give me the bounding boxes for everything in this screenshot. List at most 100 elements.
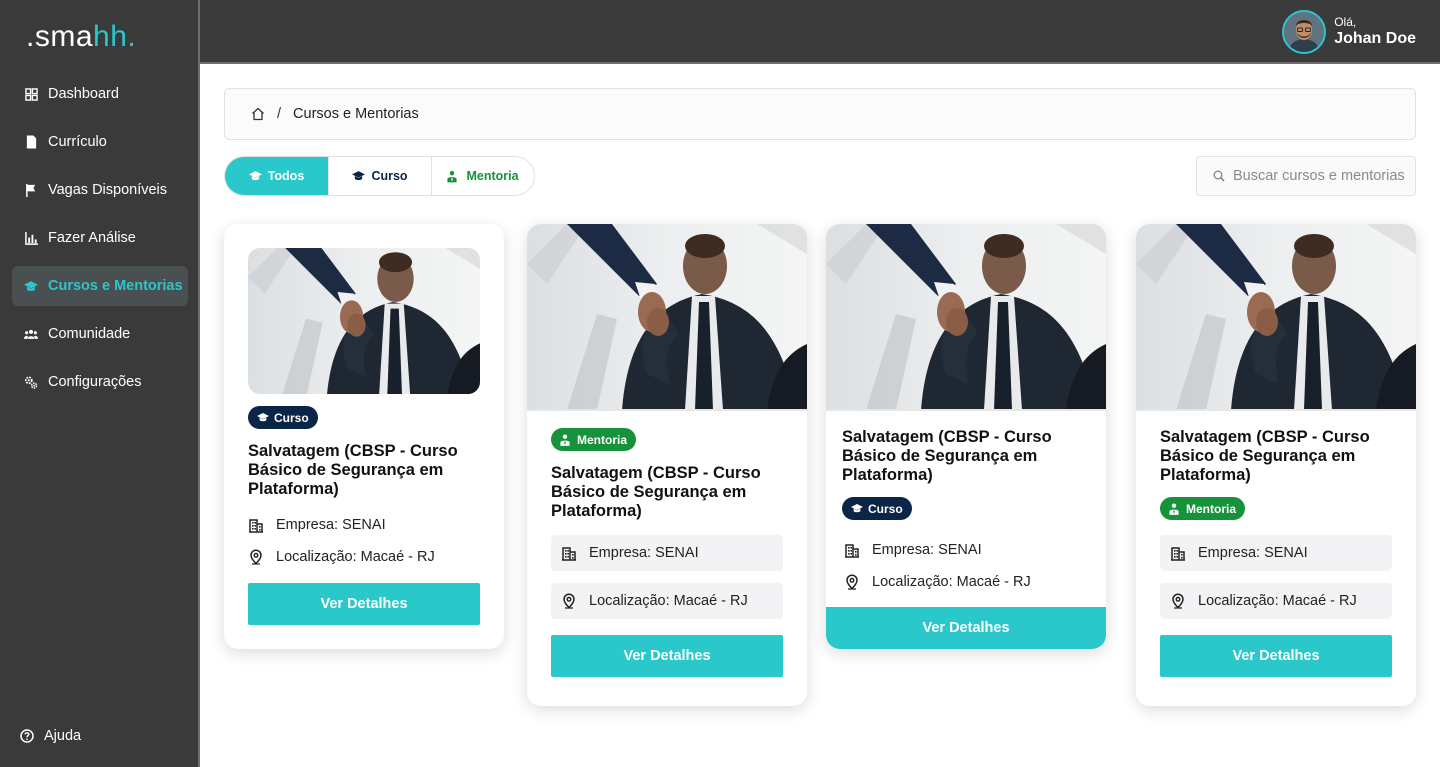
location-info: Localização: Macaé - RJ (1160, 583, 1392, 619)
sidebar-item-comunidade[interactable]: Comunidade (12, 314, 188, 354)
location-info: Localização: Macaé - RJ (248, 546, 435, 568)
sidebar: .smahh. Dashboard Currículo Vagas Dispon… (0, 0, 198, 767)
type-badge: Curso (248, 406, 318, 429)
image-divider (1136, 409, 1416, 411)
card-image (248, 248, 480, 394)
card-image (1136, 224, 1416, 410)
sidebar-item-label: Vagas Disponíveis (48, 182, 168, 198)
details-button[interactable]: Ver Detalhes (551, 635, 783, 677)
type-badge: Mentoria (1160, 497, 1246, 520)
location-pin-icon (561, 593, 577, 609)
sidebar-item-label: Configurações (48, 374, 142, 390)
sidebar-item-cursos[interactable]: Cursos e Mentorias (12, 266, 188, 306)
course-card: Curso Salvatagem (CBSP - Curso Básico de… (224, 224, 504, 649)
type-badge: Curso (842, 497, 912, 520)
filter-mentoria[interactable]: Mentoria (432, 157, 534, 195)
sidebar-item-label: Dashboard (48, 86, 119, 102)
mentor-icon (1169, 503, 1181, 515)
filter-label: Curso (371, 169, 408, 183)
search-icon (1213, 170, 1225, 182)
breadcrumb: / Cursos e Mentorias (224, 88, 1416, 140)
building-icon (1170, 545, 1186, 561)
graduation-cap-icon (851, 503, 863, 515)
graduation-cap-icon (257, 412, 269, 424)
card-title: Salvatagem (CBSP - Curso Básico de Segur… (248, 442, 458, 498)
building-icon (844, 542, 860, 558)
search-input[interactable] (1233, 168, 1411, 184)
company-text: Empresa: SENAI (872, 542, 982, 558)
avatar (1282, 10, 1327, 54)
graduation-cap-icon (248, 170, 262, 183)
location-info: Localização: Macaé - RJ (844, 571, 1031, 593)
sidebar-divider (198, 0, 200, 767)
sidebar-item-label: Currículo (48, 134, 107, 150)
sidebar-item-label: Fazer Análise (48, 230, 136, 246)
badge-label: Mentoria (1186, 501, 1237, 516)
location-text: Localização: Macaé - RJ (1198, 593, 1357, 609)
graduation-cap-icon (352, 170, 366, 183)
location-text: Localização: Macaé - RJ (276, 549, 435, 565)
details-button[interactable]: Ver Detalhes (1160, 635, 1392, 677)
sidebar-item-dashboard[interactable]: Dashboard (12, 74, 188, 114)
location-pin-icon (844, 574, 860, 590)
graduation-cap-icon (24, 279, 38, 293)
user-name: Johan Doe (1334, 30, 1416, 47)
filter-curso[interactable]: Curso (329, 157, 432, 195)
top-bar: Olá, Johan Doe (200, 0, 1440, 62)
building-icon (561, 545, 577, 561)
building-icon (248, 517, 264, 533)
sidebar-item-configuracoes[interactable]: Configurações (12, 362, 188, 402)
badge-label: Mentoria (577, 432, 628, 447)
badge-label: Curso (868, 501, 903, 516)
details-button[interactable]: Ver Detalhes (826, 607, 1106, 649)
app-logo[interactable]: .smahh. (26, 20, 136, 54)
image-divider (826, 409, 1106, 411)
sidebar-item-label: Cursos e Mentorias (48, 278, 183, 294)
breadcrumb-separator: / (277, 106, 282, 122)
people-icon (24, 327, 38, 341)
home-icon[interactable] (251, 107, 265, 121)
badge-label: Curso (274, 410, 309, 425)
greeting-text: Olá, (1334, 15, 1357, 29)
breadcrumb-current: Cursos e Mentorias (293, 106, 419, 122)
location-pin-icon (248, 549, 264, 565)
sidebar-nav: Dashboard Currículo Vagas Disponíveis Fa… (12, 74, 188, 410)
location-text: Localização: Macaé - RJ (872, 574, 1031, 590)
mentor-icon (560, 434, 572, 446)
company-info: Empresa: SENAI (1160, 535, 1392, 571)
filter-todos[interactable]: Todos (225, 157, 329, 195)
course-card: Salvatagem (CBSP - Curso Básico de Segur… (826, 224, 1106, 649)
company-text: Empresa: SENAI (589, 545, 699, 561)
course-card: Mentoria Salvatagem (CBSP - Curso Básico… (527, 224, 807, 706)
sidebar-item-label: Comunidade (48, 326, 131, 342)
course-card: Salvatagem (CBSP - Curso Básico de Segur… (1136, 224, 1416, 706)
details-button[interactable]: Ver Detalhes (248, 583, 480, 625)
help-label: Ajuda (44, 728, 82, 744)
company-info: Empresa: SENAI (844, 539, 982, 561)
sidebar-item-analise[interactable]: Fazer Análise (12, 218, 188, 258)
card-title: Salvatagem (CBSP - Curso Básico de Segur… (1160, 428, 1370, 484)
image-divider (527, 409, 807, 411)
user-greeting: Olá, Johan Doe (1334, 15, 1416, 49)
sidebar-item-curriculo[interactable]: Currículo (12, 122, 188, 162)
company-info: Empresa: SENAI (551, 535, 783, 571)
location-pin-icon (1170, 593, 1186, 609)
bar-chart-icon (24, 231, 38, 245)
filter-label: Todos (267, 169, 305, 183)
gears-icon (24, 375, 38, 389)
sidebar-item-vagas[interactable]: Vagas Disponíveis (12, 170, 188, 210)
filter-tabs: Todos Curso Mentoria (224, 156, 535, 196)
dashboard-icon (24, 87, 38, 101)
card-title: Salvatagem (CBSP - Curso Básico de Segur… (551, 464, 761, 520)
company-text: Empresa: SENAI (276, 517, 386, 533)
location-text: Localização: Macaé - RJ (589, 593, 748, 609)
type-badge: Mentoria (551, 428, 637, 451)
help-link[interactable]: Ajuda (20, 728, 81, 744)
company-info: Empresa: SENAI (248, 514, 386, 536)
company-text: Empresa: SENAI (1198, 545, 1308, 561)
card-image (826, 224, 1106, 410)
card-image (527, 224, 807, 410)
user-menu[interactable]: Olá, Johan Doe (1282, 10, 1416, 54)
search-box (1196, 156, 1416, 196)
help-circle-icon (20, 729, 34, 743)
